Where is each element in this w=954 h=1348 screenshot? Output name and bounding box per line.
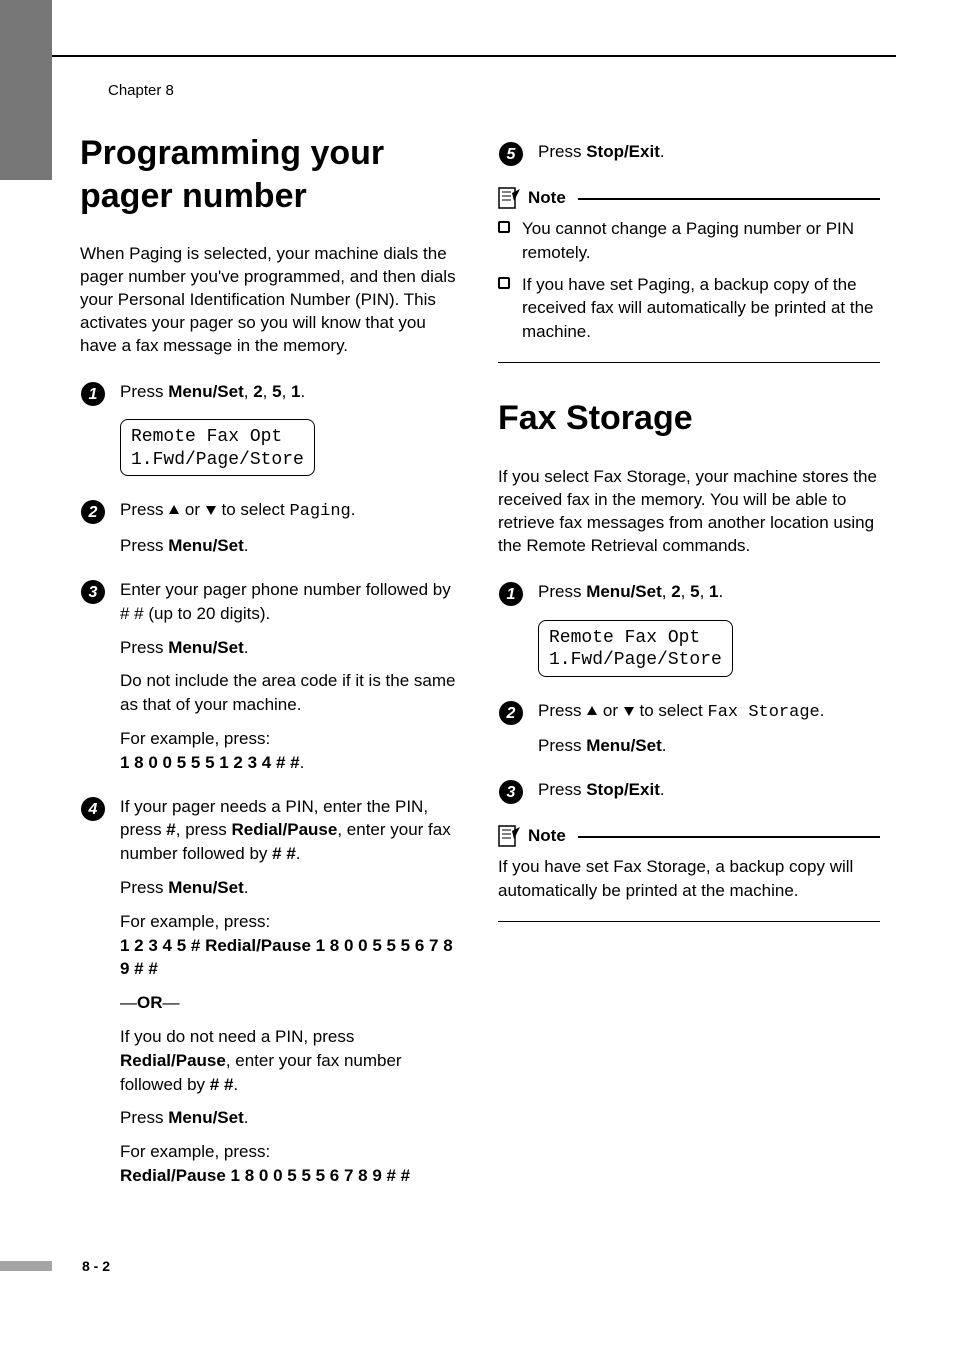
fs-step-1-line-1: Press Menu/Set, 2, 5, 1. <box>538 580 880 604</box>
top-rule <box>52 55 896 57</box>
chapter-label: Chapter 8 <box>108 82 174 99</box>
svg-text:2: 2 <box>88 504 98 521</box>
note-body-1: You cannot change a Paging number or PIN… <box>498 217 880 344</box>
list-item: You cannot change a Paging number or PIN… <box>498 217 880 265</box>
svg-text:1: 1 <box>507 586 516 603</box>
lcd-display-2: Remote Fax Opt 1.Fwd/Page/Store <box>538 620 733 677</box>
step-1-line-1: Press Menu/Set, 2, 5, 1. <box>120 380 462 404</box>
step-number-3-icon: 3 <box>80 579 110 605</box>
step-number-1-icon: 1 <box>80 381 110 407</box>
fs-step-2-line-1: Press or to select Fax Storage. <box>538 699 880 725</box>
step-4-line-2: Press Menu/Set. <box>120 876 462 900</box>
step-3-line-3: Do not include the area code if it is th… <box>120 669 462 717</box>
down-triangle-icon <box>205 499 217 523</box>
step-5-line-1: Press Stop/Exit. <box>538 140 880 164</box>
fs-step-2-line-2: Press Menu/Set. <box>538 734 880 758</box>
step-3: 3 Enter your pager phone number followed… <box>80 578 462 775</box>
step-4-line-1: If your pager needs a PIN, enter the PIN… <box>120 795 462 866</box>
right-column: 5 Press Stop/Exit. Note You cannot chang… <box>498 132 880 1208</box>
note-rule-icon <box>578 198 880 200</box>
intro-paragraph: When Paging is selected, your machine di… <box>80 243 462 358</box>
step-2-line-2: Press Menu/Set. <box>120 534 462 558</box>
list-item: If you have set Paging, a backup copy of… <box>498 273 880 344</box>
step-number-4-icon: 4 <box>80 796 110 822</box>
note-header-1: Note <box>498 187 880 209</box>
footer-bar-icon <box>0 1261 52 1271</box>
fax-storage-intro: If you select Fax Storage, your machine … <box>498 466 880 558</box>
step-3-line-1: Enter your pager phone number followed b… <box>120 578 462 626</box>
footer: 8 - 2 <box>0 1258 110 1274</box>
side-tab <box>0 0 52 180</box>
step-4-or: —OR— <box>120 991 462 1015</box>
heading-fax-storage: Fax Storage <box>498 397 880 440</box>
step-4-line-3: For example, press:1 2 3 4 5 # Redial/Pa… <box>120 910 462 981</box>
step-4-line-4: If you do not need a PIN, press Redial/P… <box>120 1025 462 1096</box>
lcd-display-1: Remote Fax Opt 1.Fwd/Page/Store <box>120 419 315 476</box>
note-bottom-rule <box>498 362 880 364</box>
step-number-1-icon: 1 <box>498 581 528 607</box>
step-5: 5 Press Stop/Exit. <box>498 140 880 167</box>
svg-text:2: 2 <box>506 705 516 722</box>
fs-step-2: 2 Press or to select Fax Storage. Press … <box>498 699 880 759</box>
step-4-line-5: Press Menu/Set. <box>120 1106 462 1130</box>
step-3-line-4: For example, press:1 8 0 0 5 5 5 1 2 3 4… <box>120 727 462 775</box>
note-icon <box>498 825 522 847</box>
note-label: Note <box>528 826 566 846</box>
svg-text:4: 4 <box>88 801 98 818</box>
step-number-5-icon: 5 <box>498 141 528 167</box>
fs-step-1: 1 Press Menu/Set, 2, 5, 1. Remote Fax Op… <box>498 580 880 679</box>
heading-programming-pager: Programming your pager number <box>80 132 462 217</box>
svg-text:1: 1 <box>89 386 98 403</box>
page-number: 8 - 2 <box>82 1258 110 1274</box>
step-number-2-icon: 2 <box>498 700 528 726</box>
note-label: Note <box>528 188 566 208</box>
note-header-2: Note <box>498 825 880 847</box>
up-triangle-icon <box>586 700 598 724</box>
fs-step-3-line-1: Press Stop/Exit. <box>538 778 880 802</box>
step-1: 1 Press Menu/Set, 2, 5, 1. Remote Fax Op… <box>80 380 462 479</box>
step-2-line-1: Press or to select Paging. <box>120 498 462 524</box>
content-area: Programming your pager number When Pagin… <box>80 132 880 1208</box>
note-icon <box>498 187 522 209</box>
square-bullet-icon <box>498 277 510 289</box>
square-bullet-icon <box>498 221 510 233</box>
note-body-2: If you have set Fax Storage, a backup co… <box>498 855 880 903</box>
up-triangle-icon <box>168 499 180 523</box>
note-bottom-rule <box>498 921 880 923</box>
step-number-2-icon: 2 <box>80 499 110 525</box>
svg-text:5: 5 <box>507 146 517 163</box>
fs-step-3: 3 Press Stop/Exit. <box>498 778 880 805</box>
svg-text:3: 3 <box>89 584 98 601</box>
step-4-line-6: For example, press:Redial/Pause 1 8 0 0 … <box>120 1140 462 1188</box>
step-2: 2 Press or to select Paging. Press Menu/… <box>80 498 462 558</box>
down-triangle-icon <box>623 700 635 724</box>
svg-text:3: 3 <box>507 784 516 801</box>
step-4: 4 If your pager needs a PIN, enter the P… <box>80 795 462 1188</box>
step-number-3-icon: 3 <box>498 779 528 805</box>
note-rule-icon <box>578 836 880 838</box>
step-3-line-2: Press Menu/Set. <box>120 636 462 660</box>
left-column: Programming your pager number When Pagin… <box>80 132 462 1208</box>
